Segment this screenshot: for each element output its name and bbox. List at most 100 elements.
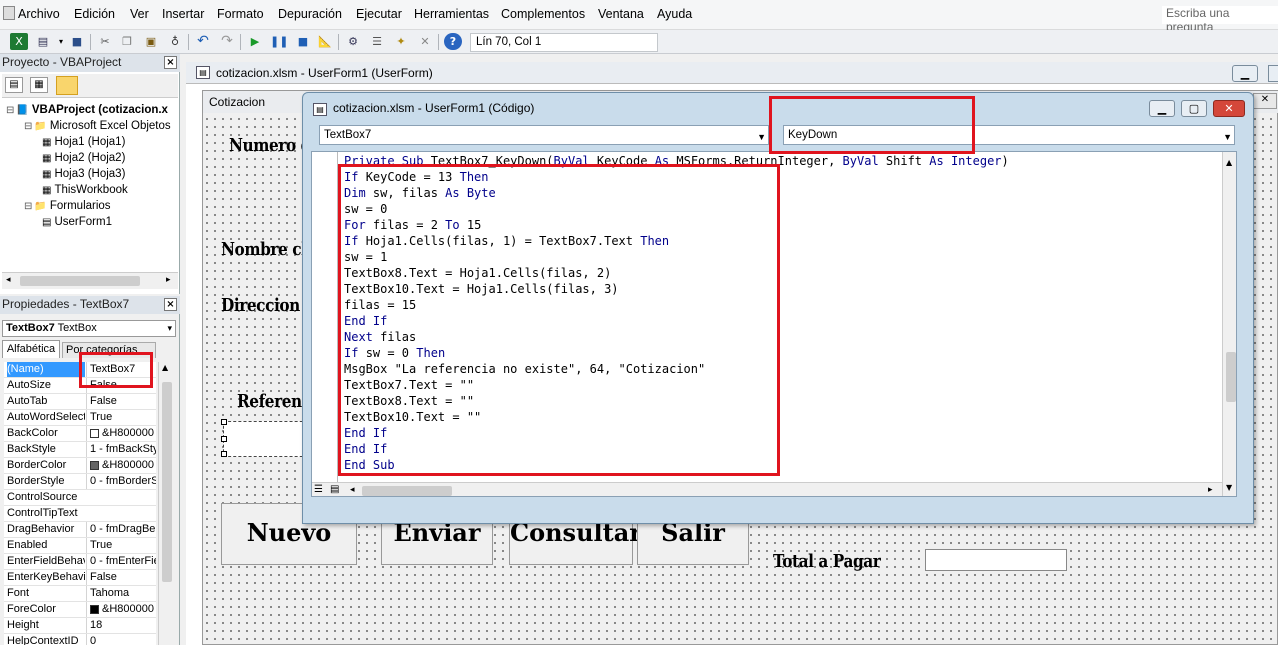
object-browser-icon[interactable]: ✦ bbox=[392, 33, 410, 50]
properties-vscrollbar[interactable]: ▲ bbox=[158, 362, 174, 645]
property-row[interactable]: Height 18 bbox=[4, 618, 156, 634]
property-value[interactable]: &H800000 bbox=[86, 602, 156, 617]
collapse-icon[interactable]: ⊟ bbox=[6, 105, 14, 116]
view-code-icon[interactable]: ▤ bbox=[5, 77, 23, 93]
property-row[interactable]: Enabled True bbox=[4, 538, 156, 554]
tree-item[interactable]: ▦ ThisWorkbook bbox=[42, 182, 128, 198]
textbox7-selected[interactable] bbox=[221, 419, 313, 457]
window-button-partial[interactable] bbox=[1268, 65, 1278, 82]
copy-icon[interactable]: ❐ bbox=[118, 33, 136, 50]
cut-icon[interactable]: ✂ bbox=[96, 33, 114, 50]
chevron-down-icon[interactable]: ▾ bbox=[167, 321, 172, 336]
menu-ver[interactable]: Ver bbox=[130, 7, 149, 21]
collapse-icon[interactable]: ⊟ bbox=[24, 121, 32, 132]
label-direccion[interactable]: Direccion bbox=[221, 295, 300, 316]
property-row[interactable]: ForeColor &H800000 bbox=[4, 602, 156, 618]
property-value[interactable]: False bbox=[86, 570, 156, 585]
property-value[interactable]: False bbox=[86, 394, 156, 409]
menu-formato[interactable]: Formato bbox=[217, 7, 264, 21]
menu-edicin[interactable]: Edición bbox=[74, 7, 115, 21]
menu-depuracin[interactable]: Depuración bbox=[278, 7, 342, 21]
property-row[interactable]: ControlTipText bbox=[4, 506, 156, 522]
property-row[interactable]: AutoWordSelect True bbox=[4, 410, 156, 426]
help-search-input[interactable]: Escriba una pregunta bbox=[1162, 6, 1278, 34]
code-hscrollbar[interactable]: ☰ ▤ ◂ ▸ bbox=[312, 482, 1222, 496]
property-row[interactable]: BackColor &H800000 bbox=[4, 426, 156, 442]
menu-insertar[interactable]: Insertar bbox=[162, 7, 204, 21]
insert-userform-icon[interactable]: ▤ bbox=[34, 33, 52, 50]
collapse-icon[interactable]: ⊟ bbox=[24, 201, 32, 212]
close-icon[interactable]: ✕ bbox=[1213, 100, 1245, 117]
menu-ejecutar[interactable]: Ejecutar bbox=[356, 7, 402, 21]
tab-alfabetica[interactable]: Alfabética bbox=[2, 340, 60, 358]
chevron-down-icon[interactable]: ▼ bbox=[757, 128, 766, 146]
view-excel-icon[interactable]: X bbox=[10, 33, 28, 50]
total-textbox[interactable] bbox=[925, 549, 1067, 571]
object-combo[interactable]: TextBox7 ▼ bbox=[319, 125, 769, 145]
tree-item[interactable]: ⊟ 📁 Microsoft Excel Objetos bbox=[24, 118, 171, 134]
property-row[interactable]: BackStyle 1 - fmBackStyle bbox=[4, 442, 156, 458]
property-row[interactable]: AutoTab False bbox=[4, 394, 156, 410]
close-icon[interactable]: × bbox=[164, 56, 177, 69]
label-total-pagar[interactable]: Total a Pagar bbox=[773, 551, 881, 572]
paste-icon[interactable]: ▣ bbox=[142, 33, 160, 50]
label-referencia[interactable]: Referenc bbox=[237, 391, 311, 412]
minimize-icon[interactable]: ▁ bbox=[1232, 65, 1258, 82]
tree-item[interactable]: ⊟ 📘 VBAProject (cotizacion.x bbox=[6, 102, 168, 118]
menu-herramientas[interactable]: Herramientas bbox=[414, 7, 489, 21]
tree-item[interactable]: ▦ Hoja2 (Hoja2) bbox=[42, 150, 125, 166]
property-row[interactable]: EnterKeyBehavi False bbox=[4, 570, 156, 586]
property-value[interactable]: 0 - fmDragBeh bbox=[86, 522, 156, 537]
property-value[interactable]: 1 - fmBackStyle bbox=[86, 442, 156, 457]
vba-app-icon[interactable] bbox=[3, 6, 15, 20]
close-icon[interactable]: ✕ bbox=[1253, 93, 1277, 109]
property-row[interactable]: EnterFieldBehav 0 - fmEnterFiel bbox=[4, 554, 156, 570]
property-value[interactable]: True bbox=[86, 410, 156, 425]
close-icon[interactable]: × bbox=[164, 298, 177, 311]
project-explorer-icon[interactable]: ⚙ bbox=[344, 33, 362, 50]
property-row[interactable]: Font Tahoma bbox=[4, 586, 156, 602]
tree-item[interactable]: ▤ UserForm1 bbox=[42, 214, 112, 230]
reset-icon[interactable]: ■ bbox=[294, 33, 312, 50]
label-nombre-cliente[interactable]: Nombre cli bbox=[221, 239, 312, 260]
property-value[interactable]: True bbox=[86, 538, 156, 553]
save-icon[interactable]: ■ bbox=[68, 33, 86, 50]
property-value[interactable]: Tahoma bbox=[86, 586, 156, 601]
property-row[interactable]: ControlSource bbox=[4, 490, 156, 506]
property-value[interactable]: 18 bbox=[86, 618, 156, 633]
tree-item[interactable]: ⊟ 📁 Formularios bbox=[24, 198, 111, 214]
property-value[interactable]: &H800000 bbox=[86, 458, 156, 473]
minimize-icon[interactable]: ▁ bbox=[1149, 100, 1175, 117]
property-value[interactable]: 0 - fmBorderSt bbox=[86, 474, 156, 489]
menu-complementos[interactable]: Complementos bbox=[501, 7, 585, 21]
code-vscrollbar[interactable]: ▲ ▼ bbox=[1222, 152, 1236, 496]
chevron-down-icon[interactable]: ▼ bbox=[1223, 128, 1232, 146]
redo-icon[interactable]: ↷ bbox=[218, 33, 236, 50]
toggle-folders-icon[interactable] bbox=[56, 76, 78, 95]
maximize-icon[interactable]: ▢ bbox=[1181, 100, 1207, 117]
run-icon[interactable]: ▶ bbox=[246, 33, 264, 50]
project-hscrollbar[interactable]: ◂ ▸ bbox=[2, 272, 178, 289]
property-row[interactable]: BorderStyle 0 - fmBorderSt bbox=[4, 474, 156, 490]
help-icon[interactable]: ? bbox=[444, 33, 462, 50]
property-row[interactable]: DragBehavior 0 - fmDragBeh bbox=[4, 522, 156, 538]
view-object-icon[interactable]: ▦ bbox=[30, 77, 48, 93]
break-icon[interactable]: ❚❚ bbox=[270, 33, 288, 50]
property-value[interactable]: 0 bbox=[86, 634, 156, 645]
label-numero[interactable]: Numero d bbox=[229, 135, 311, 156]
object-selector[interactable]: TextBox7 TextBox ▾ bbox=[2, 320, 176, 337]
design-mode-icon[interactable]: 📐 bbox=[316, 33, 334, 50]
property-value[interactable]: &H800000 bbox=[86, 426, 156, 441]
menu-ayuda[interactable]: Ayuda bbox=[657, 7, 692, 21]
property-row[interactable]: BorderColor &H800000 bbox=[4, 458, 156, 474]
tree-item[interactable]: ▦ Hoja1 (Hoja1) bbox=[42, 134, 125, 150]
full-module-view-icon[interactable]: ▤ bbox=[330, 484, 339, 495]
toolbox-icon[interactable]: ✕ bbox=[416, 33, 434, 50]
menu-archivo[interactable]: Archivo bbox=[18, 7, 60, 21]
property-row[interactable]: HelpContextID 0 bbox=[4, 634, 156, 645]
menu-ventana[interactable]: Ventana bbox=[598, 7, 644, 21]
undo-icon[interactable]: ↶ bbox=[194, 33, 212, 50]
property-value[interactable]: 0 - fmEnterFiel bbox=[86, 554, 156, 569]
properties-window-icon[interactable]: ☰ bbox=[368, 33, 386, 50]
find-icon[interactable]: ♁ bbox=[166, 33, 184, 50]
